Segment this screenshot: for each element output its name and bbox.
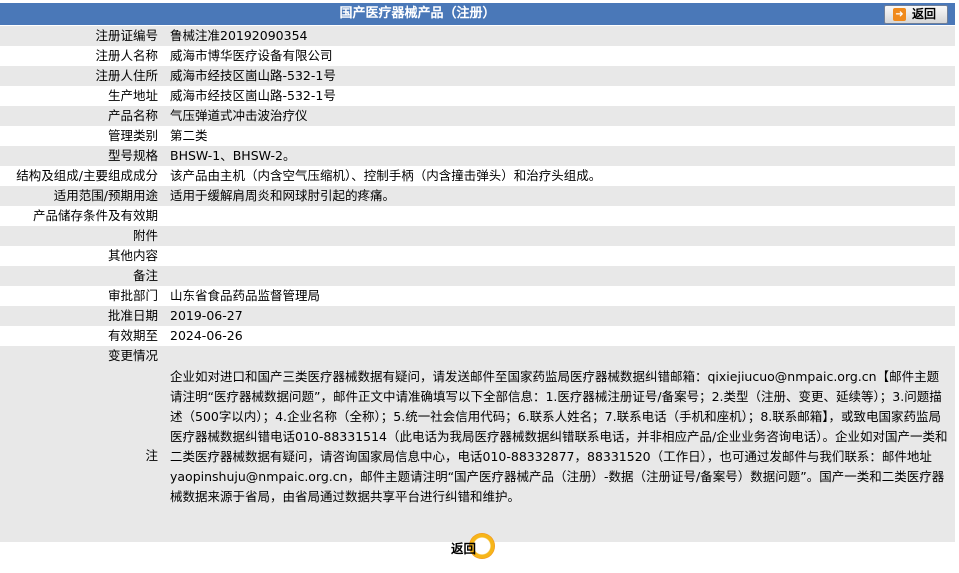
field-value: 第二类 [170, 128, 208, 143]
row-production-address: 生产地址 威海市经技区崮山路-532-1号 [0, 86, 955, 106]
row-valid-until: 有效期至 2024-06-26 [0, 326, 955, 346]
field-value: 气压弹道式冲击波治疗仪 [170, 108, 308, 123]
row-product-name: 产品名称 气压弹道式冲击波治疗仪 [0, 106, 955, 126]
field-value: BHSW-1、BHSW-2。 [170, 148, 296, 163]
field-value [162, 206, 955, 226]
field-label: 批准日期 [107, 308, 158, 323]
arrow-right-icon: ➜ [893, 8, 906, 21]
field-label: 变更情况 [107, 348, 158, 363]
field-label: 型号规格 [107, 148, 158, 163]
product-detail-table: 注册证编号 鲁械注准20192090354 注册人名称 威海市博华医疗设备有限公… [0, 26, 955, 542]
field-value [162, 266, 955, 286]
field-label: 备注 [132, 268, 158, 283]
row-intended-use: 适用范围/预期用途 适用于缓解肩周炎和网球肘引起的疼痛。 [0, 186, 955, 206]
field-value: 威海市博华医疗设备有限公司 [170, 48, 333, 63]
row-model-spec: 型号规格 BHSW-1、BHSW-2。 [0, 146, 955, 166]
field-value: 威海市经技区崮山路-532-1号 [170, 68, 336, 83]
row-registrant-address: 注册人住所 威海市经技区崮山路-532-1号 [0, 66, 955, 86]
field-label: 审批部门 [107, 288, 158, 303]
field-label: 附件 [132, 228, 158, 243]
notice-text: 企业如对进口和国产三类医疗器械数据有疑问，请发送邮件至国家药监局医疗器械数据纠错… [170, 369, 948, 504]
row-other-content: 其他内容 [0, 246, 955, 266]
field-value: 2019-06-27 [170, 308, 243, 323]
row-structure-composition: 结构及组成/主要组成成分 该产品由主机（内含空气压缩机）、控制手柄（内含撞击弹头… [0, 166, 955, 186]
field-label: 注册证编号 [95, 28, 158, 43]
row-registrant-name: 注册人名称 威海市博华医疗设备有限公司 [0, 46, 955, 66]
row-notice: 注 企业如对进口和国产三类医疗器械数据有疑问，请发送邮件至国家药监局医疗器械数据… [0, 366, 955, 542]
page-title: 国产医疗器械产品（注册） [339, 6, 496, 21]
back-button-bottom[interactable]: 返回 [451, 533, 499, 561]
row-management-category: 管理类别 第二类 [0, 126, 955, 146]
row-remarks: 备注 [0, 266, 955, 286]
field-label: 注册人住所 [95, 68, 158, 83]
field-label: 注册人名称 [95, 48, 158, 63]
field-label: 结构及组成/主要组成成分 [16, 168, 158, 183]
back-button-label: 返回 [912, 7, 937, 21]
field-value: 威海市经技区崮山路-532-1号 [170, 88, 336, 103]
field-value: 2024-06-26 [170, 328, 243, 343]
row-approval-date: 批准日期 2019-06-27 [0, 306, 955, 326]
field-label: 其他内容 [107, 248, 158, 263]
field-label: 适用范围/预期用途 [53, 188, 158, 203]
row-approval-department: 审批部门 山东省食品药品监督管理局 [0, 286, 955, 306]
field-value: 山东省食品药品监督管理局 [170, 288, 321, 303]
page-header: 国产医疗器械产品（注册） ➜ 返回 [0, 3, 955, 25]
field-label: 管理类别 [107, 128, 158, 143]
row-attachments: 附件 [0, 226, 955, 246]
back-button-top[interactable]: ➜ 返回 [884, 5, 948, 24]
field-label: 产品名称 [107, 108, 158, 123]
field-label: 有效期至 [107, 328, 158, 343]
field-label: 生产地址 [107, 88, 158, 103]
row-registration-number: 注册证编号 鲁械注准20192090354 [0, 26, 955, 46]
row-change-history: 变更情况 [0, 346, 955, 366]
field-value: 适用于缓解肩周炎和网球肘引起的疼痛。 [170, 188, 396, 203]
back-button-label: 返回 [451, 541, 477, 556]
row-storage-conditions: 产品储存条件及有效期 [0, 206, 955, 226]
field-value [162, 226, 955, 246]
field-value: 该产品由主机（内含空气压缩机）、控制手柄（内含撞击弹头）和治疗头组成。 [170, 168, 602, 183]
field-value [162, 346, 955, 366]
notice-label: 注 [145, 447, 158, 463]
field-value: 鲁械注准20192090354 [170, 28, 308, 43]
field-value [162, 246, 955, 266]
field-label: 产品储存条件及有效期 [32, 208, 158, 223]
